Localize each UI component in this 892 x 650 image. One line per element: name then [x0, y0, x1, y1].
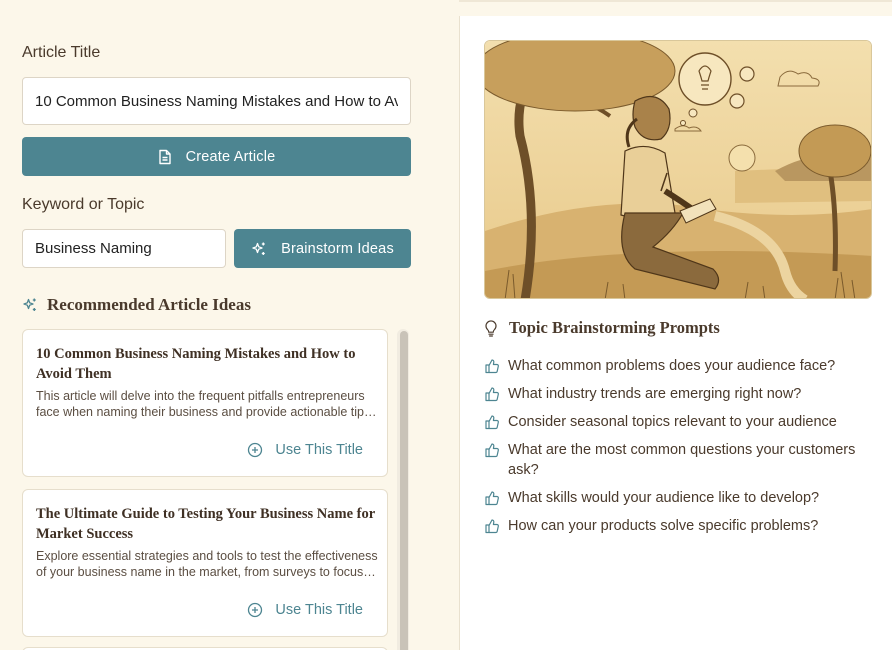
- article-title-input[interactable]: [22, 77, 411, 125]
- prompt-text: What skills would your audience like to …: [508, 490, 820, 506]
- prompt-item[interactable]: Consider seasonal topics relevant to you…: [484, 412, 876, 432]
- idea-card-title: 10 Common Business Naming Mistakes and H…: [36, 346, 356, 382]
- create-article-button[interactable]: Create Article: [22, 137, 411, 176]
- prompts-heading-text: Topic Brainstorming Prompts: [509, 318, 720, 337]
- document-icon: [158, 149, 172, 165]
- use-this-title-button[interactable]: Use This Title: [247, 602, 363, 618]
- article-title-label: Article Title: [22, 44, 101, 61]
- plus-circle-icon: [247, 442, 263, 458]
- idea-card-description: This article will delve into the frequen…: [36, 389, 371, 419]
- brainstorm-ideas-label: Brainstorm Ideas: [281, 240, 394, 257]
- use-this-title-button[interactable]: Use This Title: [247, 442, 363, 458]
- prompt-item[interactable]: How can your products solve specific pro…: [484, 516, 876, 536]
- prompt-item[interactable]: What common problems does your audience …: [484, 356, 876, 376]
- thumbs-up-icon: [484, 518, 500, 534]
- thumbs-up-icon: [484, 386, 500, 402]
- thumbs-up-icon: [484, 490, 500, 506]
- prompt-text: What common problems does your audience …: [508, 358, 836, 374]
- keyword-input[interactable]: [22, 229, 226, 268]
- idea-card-title: The Ultimate Guide to Testing Your Busin…: [36, 506, 375, 542]
- use-this-title-label: Use This Title: [275, 442, 363, 458]
- prompt-text: How can your products solve specific pro…: [508, 518, 819, 534]
- use-this-title-label: Use This Title: [275, 602, 363, 618]
- lightbulb-icon: [484, 319, 498, 337]
- brainstorm-illustration: [484, 40, 872, 299]
- idea-card: The Ultimate Guide to Testing Your Busin…: [22, 489, 388, 637]
- ideas-scrollbar-thumb[interactable]: [400, 331, 408, 650]
- prompt-item[interactable]: What industry trends are emerging right …: [484, 384, 876, 404]
- prompt-item[interactable]: What are the most common questions your …: [484, 440, 876, 480]
- recommended-heading: Recommended Article Ideas: [22, 295, 251, 315]
- plus-circle-icon: [247, 602, 263, 618]
- prompt-item[interactable]: What skills would your audience like to …: [484, 488, 876, 508]
- thumbs-up-icon: [484, 414, 500, 430]
- create-article-label: Create Article: [185, 148, 276, 165]
- idea-card: 10 Common Business Naming Mistakes and H…: [22, 329, 388, 477]
- brainstorm-ideas-button[interactable]: Brainstorm Ideas: [234, 229, 411, 268]
- thumbs-up-icon: [484, 358, 500, 374]
- prompts-heading: Topic Brainstorming Prompts: [484, 318, 720, 338]
- keyword-label: Keyword or Topic: [22, 196, 145, 213]
- prompt-list: What common problems does your audience …: [484, 356, 876, 544]
- thumbs-up-icon: [484, 442, 500, 458]
- prompt-text: What industry trends are emerging right …: [508, 386, 802, 402]
- sparkles-icon: [22, 297, 38, 313]
- prompt-text: What are the most common questions your …: [508, 442, 856, 478]
- idea-card-description: Explore essential strategies and tools t…: [36, 549, 378, 579]
- sparkles-icon: [251, 241, 267, 257]
- recommended-heading-text: Recommended Article Ideas: [47, 295, 251, 314]
- prompt-text: Consider seasonal topics relevant to you…: [508, 414, 837, 430]
